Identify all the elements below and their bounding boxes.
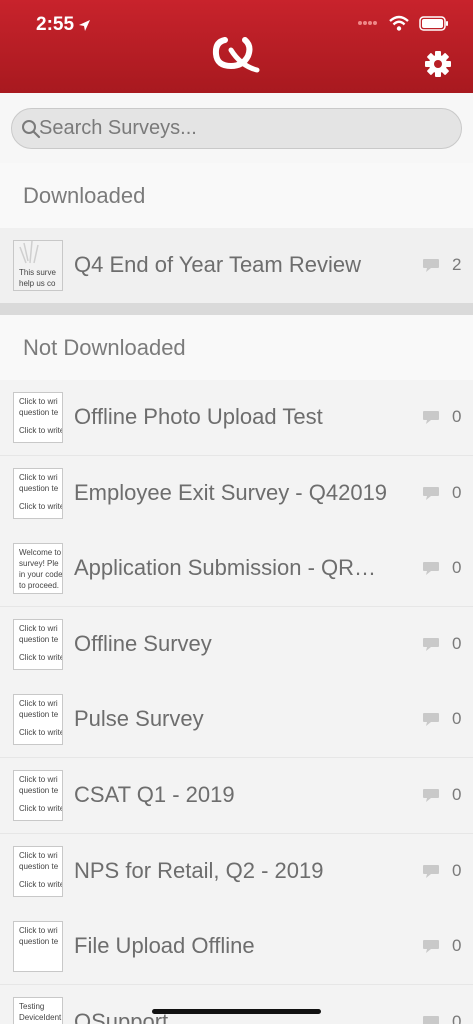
thumbnail-text: survey! Ple (19, 559, 59, 569)
survey-row[interactable]: Click to wri question te Click to write Emp… (0, 455, 473, 532)
settings-gear-icon[interactable] (424, 50, 452, 78)
home-indicator[interactable] (152, 1009, 321, 1014)
survey-title: Pulse Survey (74, 706, 204, 732)
battery-icon (419, 15, 448, 31)
thumbnail-text: Click to write (19, 426, 63, 435)
thumbnail-text: question te (19, 937, 59, 947)
survey-thumbnail: Click to wri question te (13, 921, 63, 973)
thumbnail-text: question te (19, 483, 59, 493)
comment-count: 0 (452, 1011, 462, 1024)
thumbnail-text: Click to write (19, 652, 63, 662)
survey-row[interactable]: Click to wri question te File Upload Offli… (0, 909, 473, 986)
thumbnail-text: Click to wri (19, 926, 58, 936)
thumbnail-text: question te (19, 710, 59, 720)
comment-count: 0 (452, 860, 462, 880)
survey-row-downloaded[interactable]: This surve help us co Q4 End of Year Tea… (0, 228, 473, 304)
thumbnail-text: Click to wri (19, 472, 58, 482)
comment-icon (423, 562, 439, 576)
survey-thumbnail: Testing DeviceIdent (13, 996, 63, 1024)
wifi-icon (389, 15, 409, 31)
location-arrow-icon (79, 19, 91, 31)
survey-title: Employee Exit Survey - Q42019 (74, 479, 388, 505)
comment-count: 0 (452, 709, 462, 729)
search-box[interactable] (11, 108, 462, 149)
thumbnail-text: to proceed. (19, 581, 60, 591)
survey-row[interactable]: Welcome to survey! Ple in your code to proc… (0, 531, 473, 608)
thumbnail-text: Click to wri (19, 699, 58, 709)
comment-count: 0 (452, 936, 462, 956)
status-indicators (357, 15, 449, 31)
thumbnail-image-icon (19, 241, 39, 264)
comment-count: 0 (452, 785, 462, 804)
survey-row[interactable]: Click to wri question te Click to write Off… (0, 380, 473, 456)
section-divider (0, 303, 473, 315)
search-icon (22, 120, 41, 139)
survey-title: Application Submission - QR… (74, 555, 377, 581)
thumbnail-text: DeviceIdent (19, 1012, 62, 1022)
comment-icon (423, 789, 439, 802)
thumbnail-text: question te (19, 861, 59, 871)
survey-title: Q4 End of Year Team Review (74, 252, 361, 277)
section-title-downloaded: Downloaded (23, 183, 146, 208)
survey-thumbnail: This surve help us co (13, 240, 63, 291)
survey-row[interactable]: Click to wri question te Click to write Pul… (0, 682, 473, 759)
survey-row[interactable]: Click to wri question te Click to write Off… (0, 606, 473, 683)
thumbnail-text: Click to write (19, 804, 63, 813)
survey-title: Offline Survey (74, 630, 212, 656)
survey-thumbnail: Click to wri question te Click to write (13, 467, 63, 519)
search-input[interactable] (39, 109, 449, 148)
thumbnail-text: Click to wri (19, 623, 58, 633)
comment-icon (423, 486, 439, 500)
search-bar-container (0, 93, 473, 163)
survey-thumbnail: Click to wri question te Click to write (13, 845, 63, 897)
thumbnail-text: Testing (19, 1001, 45, 1011)
comment-icon (423, 864, 439, 878)
comment-count: 0 (452, 407, 462, 426)
survey-thumbnail: Click to wri question te Click to write (13, 770, 63, 821)
survey-thumbnail: Click to wri question te Click to write (13, 694, 63, 746)
comment-icon (423, 411, 439, 424)
comment-count: 0 (452, 633, 462, 653)
thumbnail-text: help us co (19, 279, 56, 288)
thumbnail-text: in your code (19, 570, 63, 580)
survey-title: File Upload Offline (74, 933, 255, 959)
survey-thumbnail: Click to wri question te Click to write (13, 618, 63, 670)
thumbnail-text: Click to wri (19, 397, 58, 406)
comment-icon (423, 637, 439, 651)
thumbnail-text: Click to write (19, 501, 63, 511)
survey-row[interactable]: Click to wri question te Click to write CSA… (0, 758, 473, 834)
survey-row[interactable]: Click to wri question te Click to write NPS… (0, 833, 473, 910)
thumbnail-text: question te (19, 634, 59, 644)
survey-thumbnail: Welcome to survey! Ple in your code to proc… (13, 543, 63, 595)
survey-title: NPS for Retail, Q2 - 2019 (74, 857, 324, 883)
comment-icon (423, 713, 439, 727)
comment-icon (423, 259, 439, 272)
comment-count: 0 (452, 482, 462, 502)
thumbnail-text: Click to write (19, 728, 63, 738)
status-time: 2:55 (36, 14, 91, 36)
thumbnail-text: Click to write (19, 879, 63, 889)
section-title-not-downloaded: Not Downloaded (23, 335, 186, 360)
comment-icon (423, 1015, 439, 1024)
thumbnail-text: question te (19, 786, 59, 795)
survey-title: CSAT Q1 - 2019 (74, 782, 235, 807)
comment-count: 0 (452, 558, 462, 578)
app-logo-icon (212, 37, 260, 73)
section-header-downloaded: Downloaded (0, 163, 473, 229)
thumbnail-text: Click to wri (19, 775, 58, 784)
time-text: 2:55 (36, 14, 75, 35)
survey-title: Offline Photo Upload Test (74, 404, 323, 429)
survey-row[interactable]: Testing DeviceIdent QSupport 0 (0, 984, 473, 1024)
thumbnail-text: Welcome to (19, 548, 62, 558)
thumbnail-text: question te (19, 408, 59, 417)
signal-icon (358, 21, 377, 25)
app-header: 2:55 (0, 0, 473, 93)
survey-thumbnail: Click to wri question te Click to write (13, 392, 63, 443)
comment-count: 2 (452, 255, 462, 274)
thumbnail-text: Click to wri (19, 850, 58, 860)
section-header-not-downloaded: Not Downloaded (0, 315, 473, 381)
comment-icon (423, 940, 439, 954)
